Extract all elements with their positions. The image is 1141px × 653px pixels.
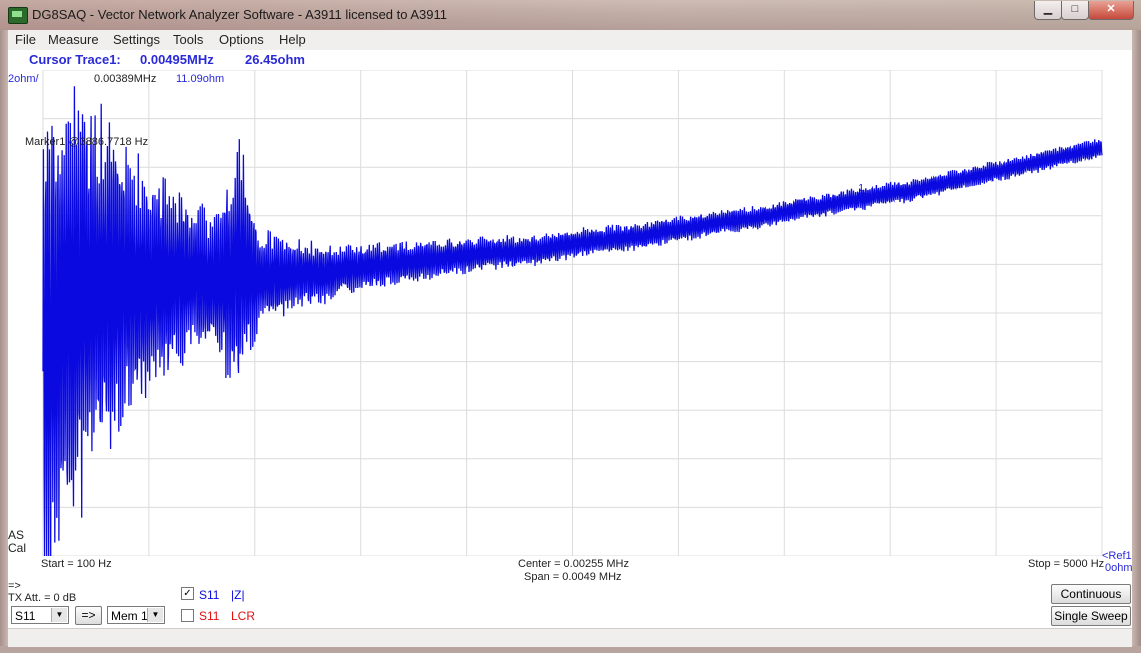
parameter-select[interactable]: S11 ▼ <box>11 606 69 624</box>
single-sweep-button[interactable]: Single Sweep <box>1051 606 1131 626</box>
minimize-button[interactable]: ▁ <box>1034 1 1062 20</box>
parameter-select-value: S11 <box>15 609 36 623</box>
window-title: DG8SAQ - Vector Network Analyzer Softwar… <box>32 7 448 22</box>
trace-chart[interactable]: 1 <box>8 70 1132 556</box>
readout-value: 11.09ohm <box>176 73 225 85</box>
chevron-down-icon[interactable]: ▼ <box>147 608 163 622</box>
reference-label: <Ref1 <box>1102 550 1132 562</box>
menu-file[interactable]: File <box>15 32 36 47</box>
trace2-checkbox[interactable] <box>181 609 194 622</box>
control-panel: Start = 100 Hz Center = 0.00255 MHz Span… <box>8 550 1133 628</box>
trace2-format[interactable]: LCR <box>231 609 255 623</box>
maximize-button[interactable]: □ <box>1061 1 1089 20</box>
cal-label: Cal <box>8 541 27 555</box>
tx-attenuation: TX Att. = 0 dB <box>8 592 77 604</box>
trace1-checkbox[interactable]: ✓ <box>181 587 194 600</box>
app-icon[interactable] <box>8 7 28 24</box>
span-frequency: Span = 0.0049 MHz <box>524 571 622 583</box>
cursor-frequency: 0.00495MHz <box>140 52 214 67</box>
plot-area[interactable]: 1 2ohm/ 0.00389MHz 11.09ohm Marker1 @388… <box>8 70 1132 556</box>
status-bar <box>8 628 1132 647</box>
menu-tools[interactable]: Tools <box>173 32 203 47</box>
menu-help[interactable]: Help <box>279 32 306 47</box>
trace1-parameter[interactable]: S11 <box>199 588 219 602</box>
center-frequency: Center = 0.00255 MHz <box>518 558 629 570</box>
trace2-parameter[interactable]: S11 <box>199 609 219 623</box>
arrow-label: => <box>8 580 21 592</box>
reference-value: 0ohm <box>1105 562 1133 574</box>
close-button[interactable]: ✕ <box>1088 1 1134 20</box>
cursor-value: 26.45ohm <box>245 52 305 67</box>
cursor-label: Cursor Trace1: <box>29 52 121 67</box>
readout-frequency: 0.00389MHz <box>94 73 157 85</box>
marker-number: 1 <box>858 183 864 194</box>
menu-measure[interactable]: Measure <box>48 32 99 47</box>
continuous-button[interactable]: Continuous <box>1051 584 1131 604</box>
window-frame-bottom <box>0 646 1141 653</box>
menu-options[interactable]: Options <box>219 32 264 47</box>
start-frequency: Start = 100 Hz <box>41 558 112 570</box>
memory-select[interactable]: Mem 1 ▼ <box>107 606 165 624</box>
as-label: AS <box>8 528 25 542</box>
menu-bar: File Measure Settings Tools Options Help <box>8 30 1132 51</box>
menu-settings[interactable]: Settings <box>113 32 160 47</box>
window-frame-right <box>1132 30 1141 653</box>
copy-to-memory-button[interactable]: => <box>75 606 102 625</box>
chevron-down-icon[interactable]: ▼ <box>51 608 67 622</box>
window-frame-left <box>0 30 8 653</box>
memory-select-value: Mem 1 <box>111 609 148 623</box>
title-bar[interactable]: DG8SAQ - Vector Network Analyzer Softwar… <box>0 0 1141 30</box>
scale-label: 2ohm/ <box>8 73 39 85</box>
marker-label: Marker1 @3886.7718 Hz <box>25 136 149 148</box>
stop-frequency: Stop = 5000 Hz <box>1028 558 1105 570</box>
trace1-format[interactable]: |Z| <box>231 588 245 602</box>
